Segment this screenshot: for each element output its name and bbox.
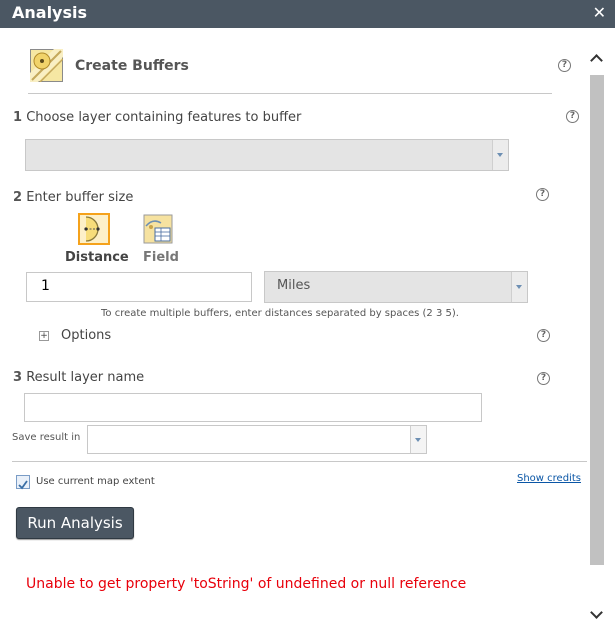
step1-help-icon[interactable]: ? — [566, 110, 579, 123]
run-analysis-button[interactable]: Run Analysis — [16, 507, 134, 539]
field-icon — [143, 214, 173, 244]
use-extent-checkbox[interactable] — [16, 475, 30, 490]
chevron-down-icon[interactable] — [492, 140, 508, 170]
tool-help-icon[interactable]: ? — [558, 59, 571, 72]
window-title: Analysis — [12, 3, 88, 22]
error-message: Unable to get property 'toString' of und… — [26, 576, 467, 592]
tool-title: Create Buffers — [75, 58, 189, 74]
result-layer-name-input[interactable] — [24, 393, 482, 422]
scroll-down-icon[interactable] — [590, 606, 604, 622]
step2-label: 2 Enter buffer size — [13, 190, 133, 205]
distance-mode-button[interactable] — [78, 213, 110, 245]
title-bar: Analysis ✕ — [0, 0, 615, 28]
distance-icon — [84, 216, 100, 242]
options-help-icon[interactable]: ? — [537, 329, 550, 342]
use-extent-label[interactable]: Use current map extent — [36, 476, 155, 487]
unit-value: Miles — [277, 278, 311, 293]
save-result-select[interactable] — [87, 425, 427, 454]
step2-text: Enter buffer size — [26, 190, 134, 205]
options-expand-icon[interactable]: + — [39, 331, 49, 341]
step1-number: 1 — [13, 110, 23, 125]
distance-mode-label[interactable]: Distance — [65, 250, 129, 265]
footer-divider — [12, 461, 587, 462]
step3-help-icon[interactable]: ? — [537, 372, 550, 385]
options-label[interactable]: Options — [61, 328, 111, 343]
step3-text: Result layer name — [26, 370, 145, 385]
step3-number: 3 — [13, 370, 23, 385]
show-credits-link[interactable]: Show credits — [517, 473, 581, 484]
step3-label: 3 Result layer name — [13, 370, 144, 385]
scroll-up-icon[interactable] — [590, 51, 604, 67]
step1-label: 1 Choose layer containing features to bu… — [13, 110, 301, 125]
create-buffers-icon — [30, 49, 64, 83]
save-result-label: Save result in — [12, 432, 81, 443]
buffer-hint: To create multiple buffers, enter distan… — [101, 308, 459, 319]
distance-input[interactable]: 1 — [26, 272, 252, 302]
unit-select[interactable]: Miles — [264, 271, 528, 303]
chevron-down-icon[interactable] — [511, 272, 527, 302]
field-mode-label[interactable]: Field — [143, 250, 179, 265]
scrollbar-thumb[interactable] — [590, 75, 604, 565]
step1-text: Choose layer containing features to buff… — [26, 110, 302, 125]
field-mode-button[interactable] — [143, 214, 173, 244]
step2-help-icon[interactable]: ? — [536, 188, 549, 201]
scrollbar[interactable] — [588, 45, 605, 637]
step2-number: 2 — [13, 190, 23, 205]
header-divider — [28, 93, 552, 94]
checkmark-icon — [18, 480, 28, 490]
chevron-down-icon[interactable] — [410, 426, 426, 453]
close-icon[interactable]: ✕ — [593, 3, 606, 22]
input-layer-select[interactable] — [25, 139, 509, 171]
